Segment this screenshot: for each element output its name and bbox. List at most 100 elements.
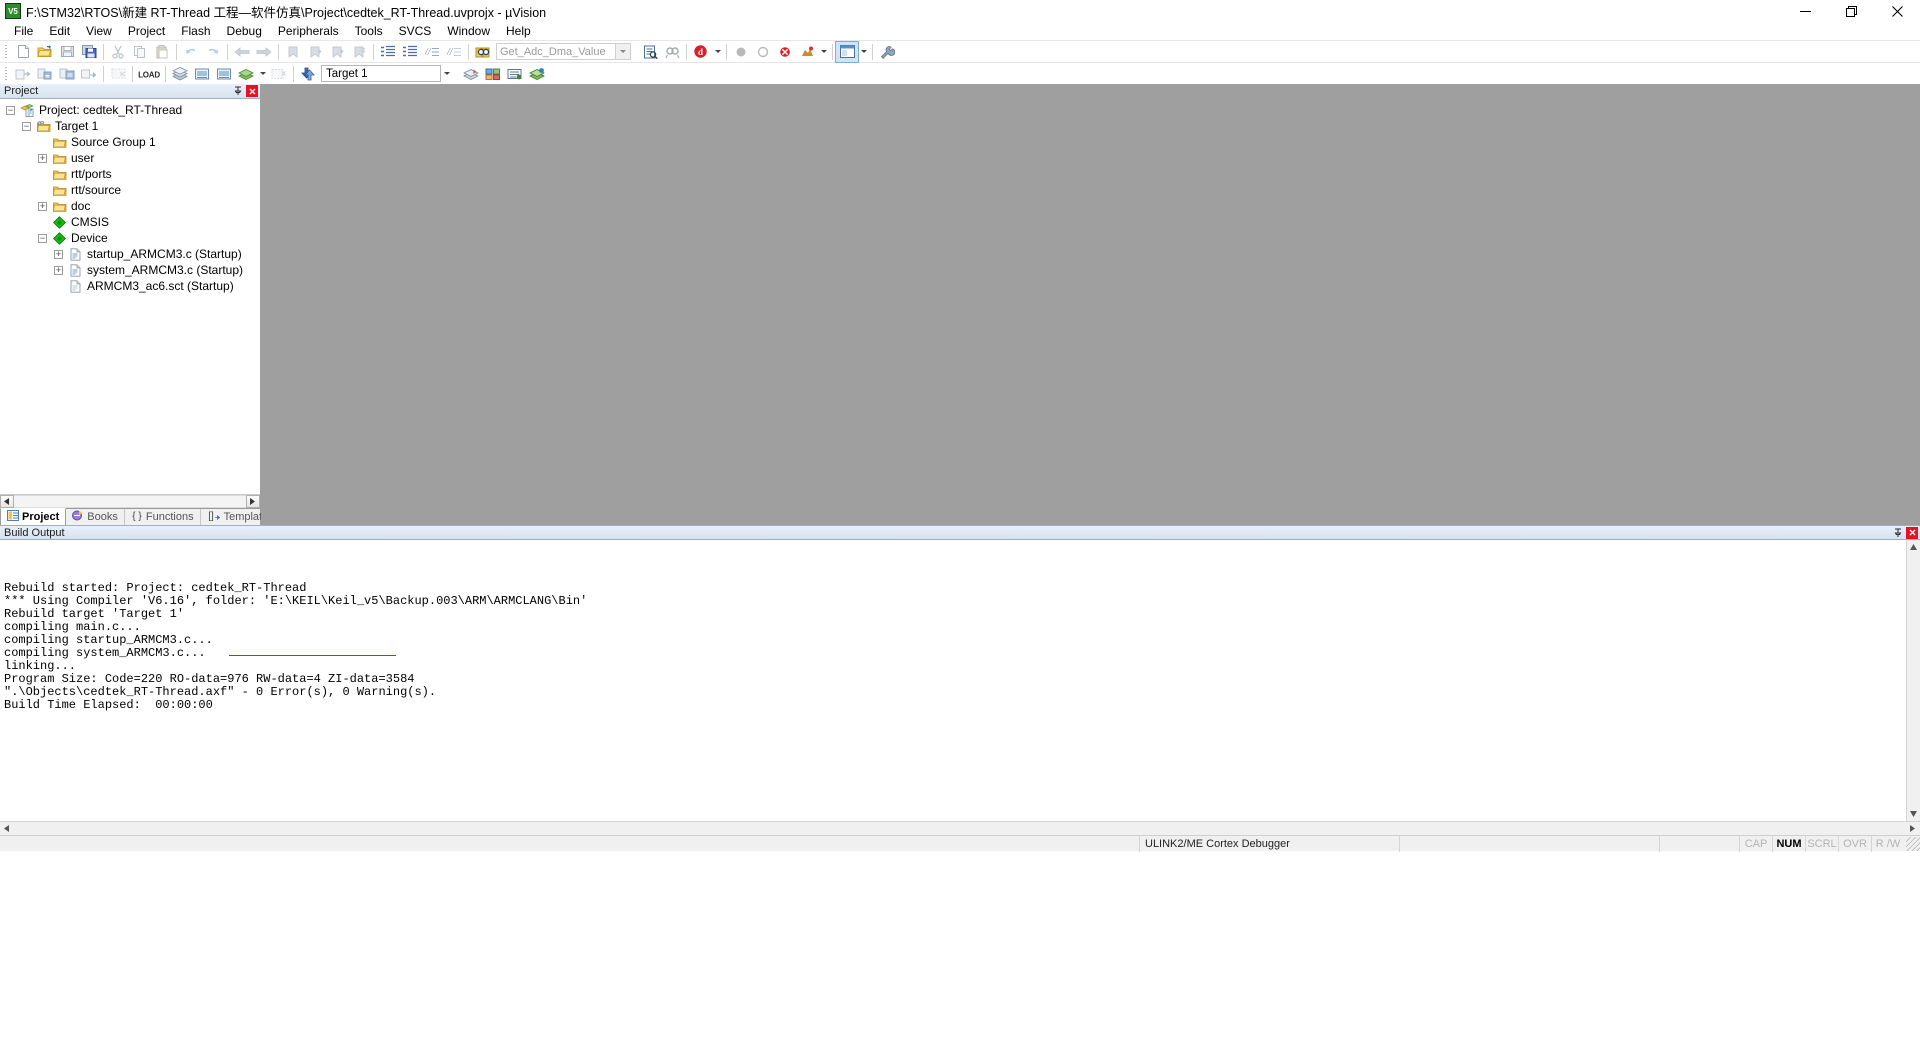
find-in-files-icon[interactable] xyxy=(472,42,494,62)
paste-icon[interactable] xyxy=(151,42,173,62)
tree-item[interactable]: rtt/source xyxy=(0,182,260,198)
load-flash-button[interactable]: LOAD xyxy=(136,64,162,84)
breakpoint-disable-icon[interactable] xyxy=(730,42,752,62)
search-input[interactable]: Get_Adc_Dma_Value xyxy=(496,43,616,60)
minimize-button[interactable] xyxy=(1782,0,1828,22)
scroll-left-arrow-icon[interactable] xyxy=(0,822,14,835)
tree-item[interactable]: − Target 1 xyxy=(0,118,260,134)
scroll-up-arrow-icon[interactable] xyxy=(1907,540,1920,554)
select-software-packs-dropdown[interactable] xyxy=(257,64,268,84)
breakpoint-kill-all-icon[interactable] xyxy=(774,42,796,62)
new-file-icon[interactable] xyxy=(12,42,34,62)
uncomment-icon[interactable]: // xyxy=(443,42,465,62)
undo-icon[interactable] xyxy=(180,42,202,62)
target-select-caret[interactable] xyxy=(441,64,452,84)
save-all-icon[interactable] xyxy=(78,42,100,62)
bookmark-toggle-icon[interactable] xyxy=(282,42,304,62)
hscroll-track[interactable] xyxy=(14,495,246,508)
tree-item[interactable]: − Project: cedtek_RT-Thread xyxy=(0,102,260,118)
scroll-down-arrow-icon[interactable] xyxy=(1907,807,1920,821)
manage-components-icon[interactable] xyxy=(482,64,504,84)
menu-file[interactable]: File xyxy=(6,23,41,39)
navigate-back-icon[interactable] xyxy=(231,42,253,62)
debug-session-icon[interactable]: d xyxy=(690,42,712,62)
indent-left-icon[interactable] xyxy=(399,42,421,62)
save-icon[interactable] xyxy=(56,42,78,62)
translate-icon[interactable] xyxy=(12,64,34,84)
configuration-wizard-dropdown[interactable] xyxy=(818,42,829,62)
project-tree-hscrollbar[interactable] xyxy=(0,494,260,508)
collapse-toggle-icon[interactable]: − xyxy=(22,121,31,131)
rebuild-icon[interactable] xyxy=(56,64,78,84)
find-icon[interactable] xyxy=(639,42,661,62)
menu-tools[interactable]: Tools xyxy=(347,23,391,39)
project-tree[interactable]: − Project: cedtek_RT-Thread − Target 1 Sourc… xyxy=(0,99,260,494)
configuration-wizard-icon[interactable] xyxy=(796,42,818,62)
batch-build-icon[interactable] xyxy=(78,64,100,84)
scroll-right-arrow-icon[interactable] xyxy=(1906,822,1920,835)
tree-item[interactable]: + system_ARMCM3.c (Startup) xyxy=(0,262,260,278)
bookmark-prev-icon[interactable] xyxy=(304,42,326,62)
editor-area[interactable] xyxy=(261,84,1920,525)
build-output-text[interactable]: Rebuild started: Project: cedtek_RT-Thre… xyxy=(0,540,1906,821)
window-layout-dropdown[interactable] xyxy=(858,42,869,62)
expand-toggle-icon[interactable]: + xyxy=(54,265,63,275)
toolbar-grip[interactable] xyxy=(3,43,10,60)
copy-icon[interactable] xyxy=(129,42,151,62)
options-for-target-icon[interactable] xyxy=(460,64,482,84)
browse-symbol-icon[interactable] xyxy=(661,42,683,62)
navigate-forward-icon[interactable] xyxy=(253,42,275,62)
target-options-icon[interactable] xyxy=(268,64,290,84)
tree-item[interactable]: rtt/ports xyxy=(0,166,260,182)
menu-peripherals[interactable]: Peripherals xyxy=(270,23,347,39)
select-software-packs-icon[interactable] xyxy=(235,64,257,84)
scroll-left-arrow-icon[interactable] xyxy=(0,495,14,508)
collapse-toggle-icon[interactable]: − xyxy=(38,233,47,243)
menu-project[interactable]: Project xyxy=(120,23,173,39)
manage-project-items-icon[interactable] xyxy=(169,64,191,84)
hscroll-track[interactable] xyxy=(14,822,1906,835)
run-to-cursor-icon[interactable] xyxy=(526,64,548,84)
configure-tools-icon[interactable] xyxy=(876,42,898,62)
breakpoint-icon[interactable] xyxy=(752,42,774,62)
menu-edit[interactable]: Edit xyxy=(41,23,78,39)
redo-icon[interactable] xyxy=(202,42,224,62)
menu-flash[interactable]: Flash xyxy=(173,23,218,39)
tree-item[interactable]: + doc xyxy=(0,198,260,214)
build-output-vscrollbar[interactable] xyxy=(1906,540,1920,821)
expand-toggle-icon[interactable]: + xyxy=(38,153,47,163)
tree-item[interactable]: + user xyxy=(0,150,260,166)
cut-icon[interactable] xyxy=(107,42,129,62)
tree-item[interactable]: − Device xyxy=(0,230,260,246)
toolbar-grip[interactable] xyxy=(3,65,10,82)
stop-build-icon[interactable] xyxy=(107,64,129,84)
build-output-hscrollbar[interactable] xyxy=(0,821,1920,835)
menu-view[interactable]: View xyxy=(78,23,120,39)
menu-svcs[interactable]: SVCS xyxy=(391,23,440,39)
search-dropdown-button[interactable] xyxy=(616,43,631,60)
tab-books[interactable]: Books xyxy=(66,509,125,525)
scroll-right-arrow-icon[interactable] xyxy=(246,495,260,508)
tree-item[interactable]: + startup_ARMCM3.c (Startup) xyxy=(0,246,260,262)
build-output-close-icon[interactable] xyxy=(1906,526,1918,539)
target-select[interactable]: Target 1 xyxy=(321,65,441,82)
build-icon[interactable] xyxy=(34,64,56,84)
close-button[interactable] xyxy=(1874,0,1920,22)
resize-grip-icon[interactable] xyxy=(1906,836,1920,851)
bookmark-clear-icon[interactable] xyxy=(348,42,370,62)
tab-functions[interactable]: { } Functions xyxy=(125,509,201,525)
project-settings-icon[interactable] xyxy=(504,64,526,84)
project-panel-close-icon[interactable] xyxy=(246,85,258,97)
vscroll-track[interactable] xyxy=(1907,554,1920,807)
open-file-icon[interactable] xyxy=(34,42,56,62)
tree-item[interactable]: Source Group 1 xyxy=(0,134,260,150)
auto-hide-pin-icon[interactable] xyxy=(1892,527,1904,539)
indent-right-icon[interactable] xyxy=(377,42,399,62)
menu-help[interactable]: Help xyxy=(498,23,539,39)
window-layout-icon[interactable] xyxy=(835,40,859,63)
expand-toggle-icon[interactable]: + xyxy=(54,249,63,259)
manage-run-time-env-icon[interactable] xyxy=(213,64,235,84)
maximize-button[interactable] xyxy=(1828,0,1874,22)
expand-toggle-icon[interactable]: + xyxy=(38,201,47,211)
bookmark-next-icon[interactable] xyxy=(326,42,348,62)
